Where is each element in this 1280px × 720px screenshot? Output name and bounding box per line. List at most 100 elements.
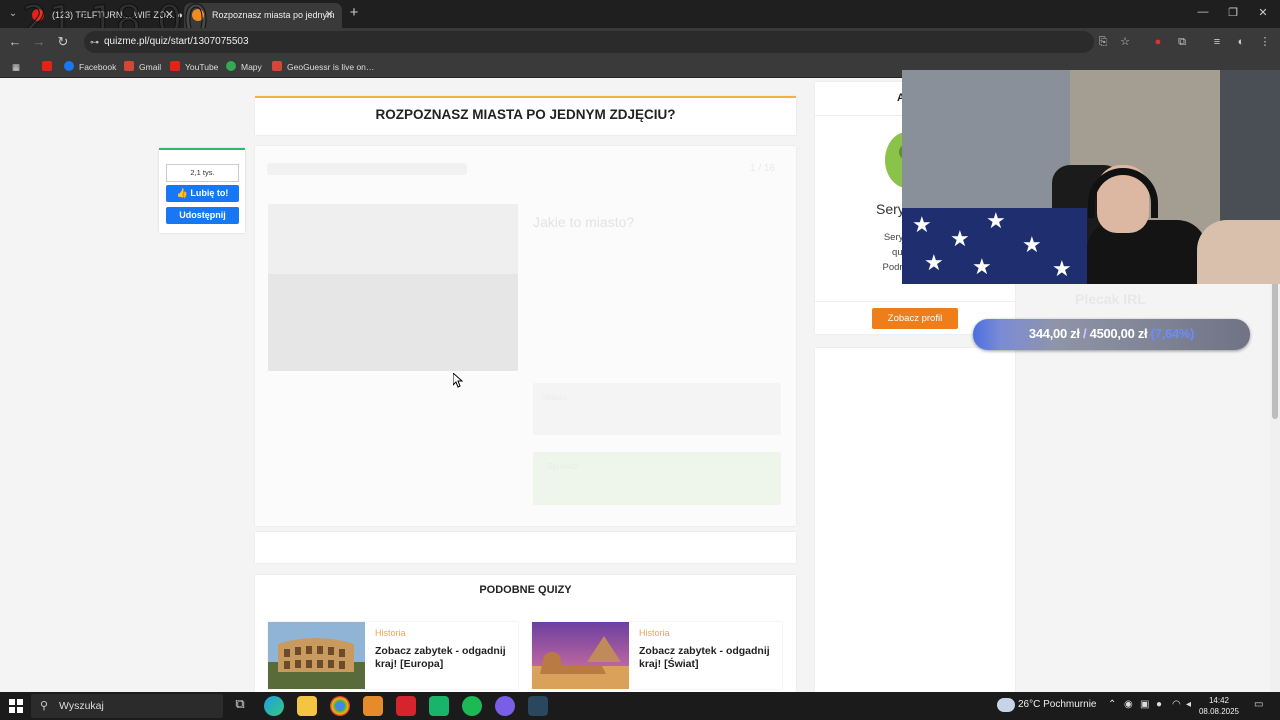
bookmark-maps[interactable]: Mapy <box>226 60 262 74</box>
like-count: 2,1 tys. <box>166 164 239 182</box>
extension-red-icon[interactable]: ● <box>1151 35 1165 49</box>
profile-icon[interactable]: ◐ <box>1234 35 1248 49</box>
star-icon: ★ <box>1052 256 1072 281</box>
webcam-person-leg <box>1197 220 1280 284</box>
bookmark-facebook[interactable]: Facebook <box>64 60 116 74</box>
quiz-title-card: ROZPOZNASZ MIASTA PO JEDNYM ZDJĘCIU? <box>255 96 796 135</box>
maximize-button[interactable]: ❐ <box>1218 6 1248 19</box>
taskbar-search[interactable]: ⚲ Wyszukaj <box>31 694 223 718</box>
youtube-icon <box>170 61 180 71</box>
quiz-category[interactable]: Historia <box>375 628 406 638</box>
steam-icon[interactable] <box>528 696 548 716</box>
windows-start-icon[interactable] <box>9 699 23 713</box>
donation-goal-text: 344,00 zł / 4500,00 zł (7,64%) <box>1028 326 1195 341</box>
app-red-icon[interactable] <box>396 696 416 716</box>
submit-label: Sprawdź <box>547 462 579 471</box>
url-field[interactable]: ⊶ quizme.pl/quiz/start/1307075503 <box>84 31 1094 53</box>
star-icon: ★ <box>1022 232 1042 257</box>
donation-goal-bar: 344,00 zł / 4500,00 zł (7,64%) <box>973 319 1250 350</box>
ad-placeholder <box>255 532 796 563</box>
submit-answer-button[interactable]: Sprawdź <box>533 452 781 505</box>
notification-icon[interactable]: ▭ <box>1254 699 1263 710</box>
answer-placeholder: Miasto <box>543 393 567 402</box>
bookmark-gmail[interactable]: Gmail <box>124 60 161 74</box>
menu-dots-icon[interactable]: ⋮ <box>1258 35 1272 49</box>
quiz-category[interactable]: Historia <box>639 628 670 638</box>
similar-quiz-item[interactable]: Historia Zobacz zabytek - odgadnij kraj!… <box>268 622 518 689</box>
bookmark-youtube-icon[interactable] <box>42 60 57 74</box>
divider <box>815 301 1015 302</box>
gmail-icon <box>124 61 134 71</box>
quiz-area: 1 / 16 Jakie to miasto? Miasto Sprawdź <box>255 146 796 526</box>
answer-input[interactable]: Miasto <box>533 383 781 435</box>
question-counter: 1 / 16 <box>750 163 776 174</box>
like-button[interactable]: 👍 Lubię to! <box>166 185 239 202</box>
streamer-name: Plecak IRL <box>1075 291 1146 307</box>
gmail-icon <box>272 61 282 71</box>
question-text: Jakie to miasto? <box>533 214 635 230</box>
tab-search-icon[interactable]: ⌄ <box>4 5 22 23</box>
question-image <box>268 204 518 371</box>
search-icon: ⚲ <box>40 700 49 712</box>
extensions-icon[interactable]: ⧉ <box>1175 35 1189 49</box>
tray-app-icon[interactable]: ▣ <box>1140 699 1149 710</box>
edge-icon[interactable] <box>264 696 284 716</box>
star-icon: ★ <box>912 212 932 237</box>
weather-text[interactable]: 26°C Pochmurnie <box>1018 699 1096 710</box>
chrome-icon[interactable] <box>330 696 350 716</box>
view-profile-button[interactable]: Zobacz profil <box>872 308 958 329</box>
install-icon[interactable]: ⎘ <box>1096 35 1110 49</box>
taskbar-clock[interactable]: 14:42 08.08.2025 <box>1198 695 1240 717</box>
image-sky <box>268 204 518 274</box>
app-green-icon[interactable] <box>429 696 449 716</box>
volume-icon[interactable]: ◂ <box>1186 699 1191 710</box>
similar-title: PODOBNE QUIZY <box>479 584 572 596</box>
bookmark-geoguessr[interactable]: GeoGuessr is live on… <box>272 60 374 74</box>
discord-icon[interactable] <box>495 696 515 716</box>
tab-bar: ⌄ (123) TELFTURN… WIE ZO… ● ✕ Rozpoznasz… <box>0 0 1280 45</box>
quiz-progress-bar <box>267 163 467 175</box>
close-window-button[interactable]: ✕ <box>1248 6 1278 19</box>
colosseum-thumbnail <box>268 622 365 689</box>
close-tab-icon[interactable]: ✕ <box>325 3 334 28</box>
task-view-icon[interactable]: ⧉ <box>230 696 250 716</box>
file-explorer-icon[interactable] <box>297 696 317 716</box>
media-icon[interactable]: ≡ <box>1210 35 1224 49</box>
thumbs-up-icon: 👍 <box>176 188 191 198</box>
tab-title: Rozpoznasz miasta po jednym <box>212 10 335 20</box>
weather-cloud-icon <box>997 698 1015 712</box>
bookmark-star-icon[interactable]: ☆ <box>1118 35 1132 49</box>
webcam-blanket: ★ ★ ★ ★ ★ ★ ★ <box>902 208 1087 284</box>
share-button[interactable]: Udostępnij <box>166 207 239 224</box>
tray-app-icon[interactable]: ◉ <box>1124 699 1133 710</box>
author-name[interactable]: Sery <box>876 201 905 217</box>
similar-quiz-item[interactable]: Historia Zobacz zabytek - odgadnij kraj!… <box>532 622 782 689</box>
back-icon[interactable]: ← <box>6 34 24 49</box>
bookmark-youtube[interactable]: YouTube <box>170 60 218 74</box>
similar-quizzes: PODOBNE QUIZY Historia Zobacz zabytek - … <box>255 575 796 692</box>
microphone-icon[interactable]: ● <box>1156 699 1162 710</box>
quiz-name[interactable]: Zobacz zabytek - odgadnij kraj! [Świat] <box>639 645 777 670</box>
webcam-overlay: ★ ★ ★ ★ ★ ★ ★ <box>902 70 1280 284</box>
maps-icon <box>226 61 236 71</box>
url-text: quizme.pl/quiz/start/1307075503 <box>104 36 249 47</box>
spotify-icon[interactable] <box>462 696 482 716</box>
new-tab-button[interactable]: + <box>346 4 362 21</box>
page-title: ROZPOZNASZ MIASTA PO JEDNYM ZDJĘCIU? <box>375 107 676 122</box>
forward-icon[interactable]: → <box>30 34 48 49</box>
star-icon: ★ <box>986 208 1006 233</box>
star-icon: ★ <box>972 254 992 279</box>
minimize-button[interactable]: — <box>1188 6 1218 18</box>
quiz-name[interactable]: Zobacz zabytek - odgadnij kraj! [Europa] <box>375 645 513 670</box>
wifi-icon[interactable]: ◠ <box>1172 699 1181 710</box>
sphinx-thumbnail <box>532 622 629 689</box>
tray-chevron-icon[interactable]: ⌃ <box>1108 699 1116 710</box>
site-info-icon[interactable]: ⊶ <box>90 31 99 53</box>
apps-icon[interactable]: ▦ <box>12 60 20 74</box>
star-icon: ★ <box>924 250 944 275</box>
app-orange-icon[interactable] <box>363 696 383 716</box>
social-box: 2,1 tys. 👍 Lubię to! Udostępnij <box>159 148 245 233</box>
sidebar-placeholder <box>815 348 1015 692</box>
reload-icon[interactable]: ↻ <box>54 34 72 50</box>
facebook-icon <box>64 61 74 71</box>
